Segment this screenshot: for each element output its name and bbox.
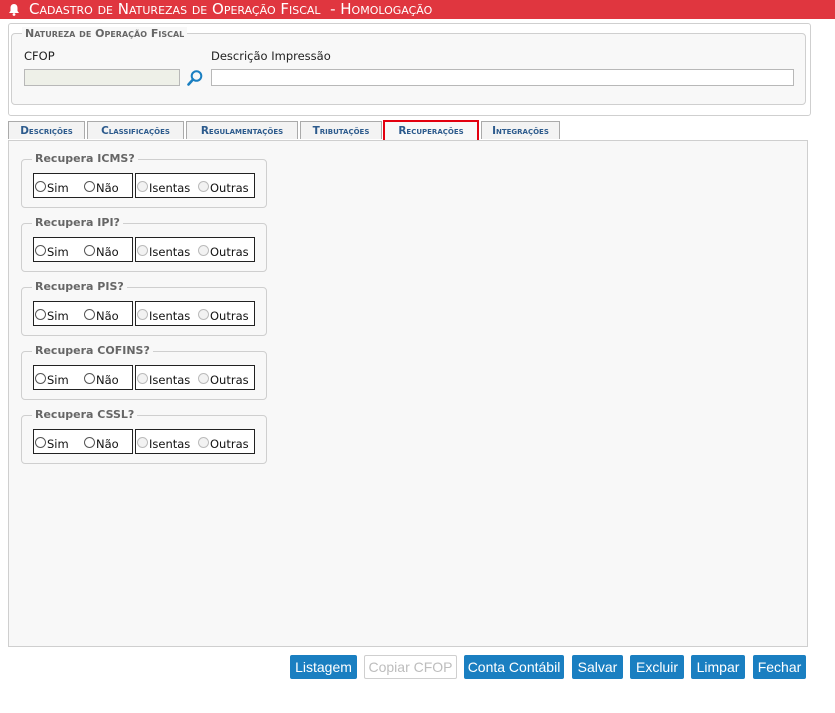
radio-nao[interactable]: Não — [84, 435, 119, 451]
descricao-label: Descrição Impressão — [211, 49, 331, 63]
radio-circle-icon — [35, 308, 46, 320]
radio-outras[interactable]: Outras — [198, 435, 249, 451]
radio-box-primary: Sim Não — [33, 237, 133, 262]
tab-descricoes[interactable]: Descrições — [8, 121, 85, 139]
excluir-button[interactable]: Excluir — [630, 655, 684, 679]
radio-circle-icon — [137, 372, 148, 384]
radio-circle-icon — [137, 180, 148, 192]
tab-recuperacoes[interactable]: Recuperações — [383, 120, 479, 142]
radio-isentas[interactable]: Isentas — [137, 243, 190, 259]
group-recupera-icms: Recupera ICMS? Sim Não Isentas Outras — [21, 152, 267, 208]
radio-circle-icon — [84, 372, 95, 384]
radio-nao[interactable]: Não — [84, 243, 119, 259]
radio-isentas[interactable]: Isentas — [137, 179, 190, 195]
bell-icon — [9, 4, 19, 16]
radio-nao[interactable]: Não — [84, 371, 119, 387]
radio-circle-icon — [35, 244, 46, 256]
limpar-button[interactable]: Limpar — [691, 655, 745, 679]
window-title: Cadastro de Naturezas de Operação Fiscal… — [29, 0, 433, 18]
radio-outras[interactable]: Outras — [198, 243, 249, 259]
group-recupera-ipi: Recupera IPI? Sim Não Isentas Outras — [21, 216, 267, 272]
radio-circle-icon — [198, 436, 209, 448]
radio-box-primary: Sim Não — [33, 173, 133, 198]
radio-outras[interactable]: Outras — [198, 179, 249, 195]
radio-box-secondary: Isentas Outras — [135, 429, 255, 454]
radio-isentas[interactable]: Isentas — [137, 435, 190, 451]
radio-nao[interactable]: Não — [84, 179, 119, 195]
tab-tributacoes[interactable]: Tributações — [300, 121, 382, 139]
radio-circle-icon — [198, 308, 209, 320]
radio-circle-icon — [198, 372, 209, 384]
radio-sim[interactable]: Sim — [35, 179, 69, 195]
group-legend: Recupera IPI? — [32, 216, 123, 230]
magnifier-icon[interactable] — [186, 69, 204, 87]
salvar-button[interactable]: Salvar — [572, 655, 623, 679]
radio-circle-icon — [84, 436, 95, 448]
radio-box-primary: Sim Não — [33, 429, 133, 454]
listagem-button[interactable]: Listagem — [290, 655, 357, 679]
radio-circle-icon — [35, 180, 46, 192]
tab-integracoes[interactable]: Integrações — [481, 121, 560, 139]
radio-isentas[interactable]: Isentas — [137, 307, 190, 323]
radio-circle-icon — [198, 244, 209, 256]
group-recupera-cssl: Recupera CSSL? Sim Não Isentas Outras — [21, 408, 267, 464]
tab-regulamentacoes[interactable]: Regulamentações — [186, 121, 298, 139]
radio-circle-icon — [84, 244, 95, 256]
radio-isentas[interactable]: Isentas — [137, 371, 190, 387]
radio-sim[interactable]: Sim — [35, 371, 69, 387]
descricao-input[interactable] — [211, 69, 794, 86]
radio-circle-icon — [137, 244, 148, 256]
fechar-button[interactable]: Fechar — [753, 655, 806, 679]
radio-box-primary: Sim Não — [33, 301, 133, 326]
group-legend: Recupera CSSL? — [32, 408, 138, 422]
group-recupera-cofins: Recupera COFINS? Sim Não Isentas Outras — [21, 344, 267, 400]
radio-circle-icon — [137, 308, 148, 320]
radio-box-secondary: Isentas Outras — [135, 301, 255, 326]
radio-circle-icon — [35, 372, 46, 384]
title-bar: Cadastro de Naturezas de Operação Fiscal… — [0, 0, 835, 19]
radio-circle-icon — [84, 308, 95, 320]
radio-box-primary: Sim Não — [33, 365, 133, 390]
cfop-input[interactable] — [24, 69, 180, 86]
radio-outras[interactable]: Outras — [198, 371, 249, 387]
copiar-cfop-button[interactable]: Copiar CFOP — [364, 655, 457, 679]
radio-sim[interactable]: Sim — [35, 243, 69, 259]
radio-nao[interactable]: Não — [84, 307, 119, 323]
radio-sim[interactable]: Sim — [35, 307, 69, 323]
group-recupera-pis: Recupera PIS? Sim Não Isentas Outras — [21, 280, 267, 336]
conta-contabil-button[interactable]: Conta Contábil — [464, 655, 564, 679]
radio-sim[interactable]: Sim — [35, 435, 69, 451]
tab-classificacoes[interactable]: Classificações — [87, 121, 184, 139]
group-legend: Recupera ICMS? — [32, 152, 138, 166]
natureza-legend: Natureza de Operação Fiscal — [22, 27, 188, 40]
group-legend: Recupera PIS? — [32, 280, 127, 294]
radio-box-secondary: Isentas Outras — [135, 365, 255, 390]
radio-circle-icon — [137, 436, 148, 448]
radio-circle-icon — [35, 436, 46, 448]
radio-outras[interactable]: Outras — [198, 307, 249, 323]
radio-box-secondary: Isentas Outras — [135, 173, 255, 198]
radio-circle-icon — [198, 180, 209, 192]
radio-box-secondary: Isentas Outras — [135, 237, 255, 262]
cfop-label: CFOP — [24, 49, 55, 63]
group-legend: Recupera COFINS? — [32, 344, 153, 358]
radio-circle-icon — [84, 180, 95, 192]
